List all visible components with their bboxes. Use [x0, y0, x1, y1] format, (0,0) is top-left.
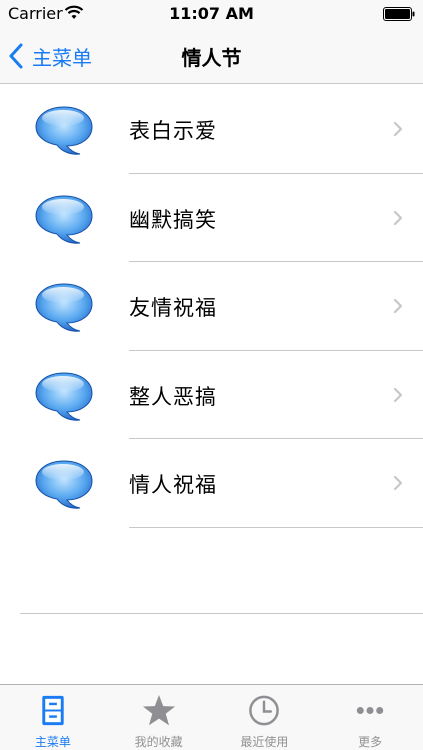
navigation-bar: 主菜单 情人节: [0, 28, 423, 84]
list-item[interactable]: 表白示爱: [0, 85, 423, 174]
page-title: 情人节: [181, 46, 242, 70]
tab-more[interactable]: 更多: [317, 685, 423, 750]
chevron-right-icon: [393, 475, 403, 491]
clock-icon: [249, 695, 280, 726]
tab-main-menu[interactable]: 主菜单: [0, 685, 106, 750]
row-divider: [129, 526, 423, 528]
speech-bubble-icon: [35, 106, 93, 155]
tab-label: 我的收藏: [134, 735, 183, 749]
cabinet-icon: [42, 695, 64, 726]
tab-label: 更多: [358, 735, 383, 749]
battery-icon: [383, 7, 415, 21]
tab-label: 最近使用: [240, 735, 289, 749]
status-time: 11:07 AM: [169, 4, 254, 23]
chevron-right-icon: [393, 298, 403, 314]
tab-favorites[interactable]: 我的收藏: [106, 685, 212, 750]
speech-bubble-icon: [35, 371, 93, 421]
list-item[interactable]: 幽默搞笑: [0, 174, 423, 262]
tab-recent[interactable]: 最近使用: [212, 685, 318, 750]
list-item[interactable]: 友情祝福: [0, 262, 423, 351]
star-icon: [142, 694, 175, 726]
category-list: 表白示爱 幽默搞笑 友情祝福 整人恶搞 情人祝福: [0, 85, 423, 528]
list-item-label: 幽默搞笑: [129, 207, 217, 232]
chevron-right-icon: [393, 387, 403, 402]
list-item[interactable]: 整人恶搞: [0, 351, 423, 439]
list-footer-divider: [20, 613, 423, 614]
list-item-label: 表白示爱: [129, 119, 217, 143]
list-item-label: 友情祝福: [129, 296, 217, 320]
chevron-right-icon: [393, 121, 403, 137]
more-dots-icon: [356, 707, 384, 714]
speech-bubble-icon: [35, 283, 93, 332]
list-item-label: 情人祝福: [129, 473, 217, 497]
chevron-right-icon: [393, 210, 403, 225]
list-item[interactable]: 情人祝福: [0, 439, 423, 528]
speech-bubble-icon: [35, 460, 93, 509]
status-bar: Carrier 11:07 AM: [0, 0, 423, 28]
list-item-label: 整人恶搞: [129, 384, 217, 409]
tab-bar: 主菜单 我的收藏 最近使用 更多: [0, 684, 423, 750]
tab-label: 主菜单: [34, 735, 71, 749]
speech-bubble-icon: [35, 194, 93, 244]
